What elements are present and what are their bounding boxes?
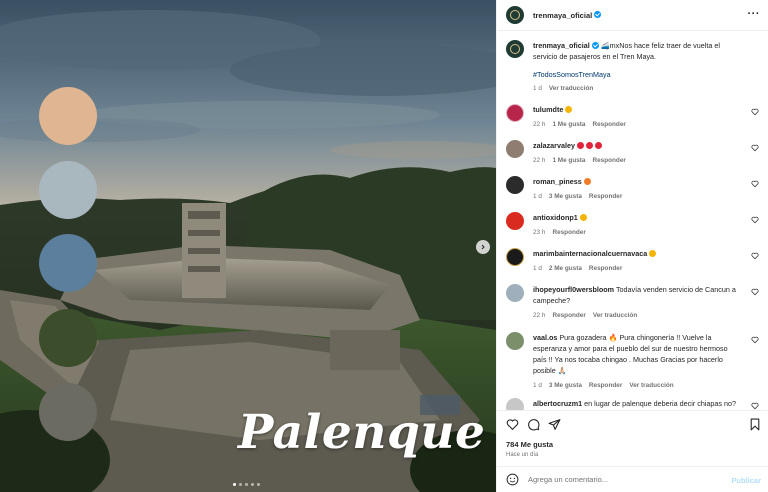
reply-button[interactable]: Responder xyxy=(552,229,585,236)
carousel-dots xyxy=(233,483,260,486)
like-heart-icon[interactable] xyxy=(506,418,519,431)
post-comment-button[interactable]: Publicar xyxy=(731,476,761,485)
avatar[interactable] xyxy=(506,284,524,302)
comment-time: 1 d xyxy=(533,382,542,389)
comment-text: Pura gozadera 🔥 Pura chingonería !! Vuel… xyxy=(533,333,728,375)
comment-time: 22 h xyxy=(533,121,546,128)
avatar[interactable] xyxy=(506,104,524,122)
like-comment-heart-icon[interactable] xyxy=(751,144,759,152)
caption-username[interactable]: trenmaya_oficial xyxy=(533,41,590,50)
comment-bubble-icon[interactable] xyxy=(527,418,540,431)
like-comment-heart-icon[interactable] xyxy=(751,252,759,260)
image-title: Palenque xyxy=(238,405,486,460)
comment-username[interactable]: marimbainternacionalcuernavaca xyxy=(533,249,647,258)
avatar[interactable] xyxy=(506,176,524,194)
comment-likes[interactable]: 1 Me gusta xyxy=(552,157,585,164)
avatar[interactable] xyxy=(506,140,524,158)
like-comment-heart-icon[interactable] xyxy=(751,336,759,344)
avatar[interactable] xyxy=(506,212,524,230)
carousel-dot xyxy=(251,483,254,486)
instagram-post-modal: Palenque trenmaya_oficial ··· trenmaya_o… xyxy=(0,0,768,492)
more-options-icon[interactable]: ··· xyxy=(748,9,761,20)
header-username[interactable]: trenmaya_oficial xyxy=(533,11,602,20)
face-emoji-icon xyxy=(583,177,591,185)
comment-username[interactable]: antioxidonp1 xyxy=(533,213,578,222)
comment-text: en lugar de palenque deberia decir chiap… xyxy=(584,399,736,408)
share-paper-plane-icon[interactable] xyxy=(548,418,561,431)
like-comment-heart-icon[interactable] xyxy=(751,216,759,224)
comment-username[interactable]: tulumdte xyxy=(533,105,563,114)
chevron-right-icon xyxy=(481,244,485,250)
comments-list[interactable]: trenmaya_oficial 🚄‍mxNos hace feliz trae… xyxy=(497,32,768,410)
palette-swatch-3 xyxy=(39,234,97,292)
hashtag-link[interactable]: #TodosSomosTrenMaya xyxy=(533,70,611,79)
like-comment-heart-icon[interactable] xyxy=(751,180,759,188)
likes-count[interactable]: 784 Me gusta xyxy=(506,440,553,449)
like-comment-heart-icon[interactable] xyxy=(751,108,759,116)
reply-button[interactable]: Responder xyxy=(589,265,622,272)
verified-badge-icon xyxy=(591,41,599,49)
palette-swatch-4 xyxy=(39,309,97,367)
avatar[interactable] xyxy=(506,332,524,350)
post-side-panel: trenmaya_oficial ··· trenmaya_oficial 🚄‍… xyxy=(496,0,768,492)
reply-button[interactable]: Responder xyxy=(552,312,585,319)
add-comment-bar: Publicar xyxy=(497,466,768,492)
post-timestamp: Hace un día xyxy=(506,452,539,458)
comment-username[interactable]: vaal.os xyxy=(533,333,557,342)
like-comment-heart-icon[interactable] xyxy=(751,288,759,296)
reply-button[interactable]: Responder xyxy=(589,382,622,389)
avatar[interactable] xyxy=(506,398,524,410)
bookmark-icon xyxy=(750,418,760,431)
next-slide-button[interactable] xyxy=(476,240,490,254)
carousel-dot xyxy=(239,483,242,486)
emoji-smiley-icon[interactable] xyxy=(506,473,519,486)
red-heart-icon xyxy=(585,141,593,149)
palette-swatch-1 xyxy=(39,87,97,145)
avatar[interactable] xyxy=(506,40,524,58)
comment-likes[interactable]: 3 Me gusta xyxy=(549,193,582,200)
face-emoji-icon xyxy=(579,213,587,221)
comment-username[interactable]: ihopeyourfl0wersbloom xyxy=(533,285,614,294)
caption-time: 1 d xyxy=(533,85,542,92)
reply-button[interactable]: Responder xyxy=(589,193,622,200)
see-translation-link[interactable]: Ver traducción xyxy=(593,312,637,319)
avatar[interactable] xyxy=(506,248,524,266)
palette-swatch-2 xyxy=(39,161,97,219)
carousel-dot xyxy=(245,483,248,486)
red-heart-icon xyxy=(594,141,602,149)
reply-button[interactable]: Responder xyxy=(592,121,625,128)
train-logo-icon xyxy=(510,44,520,54)
carousel-dot xyxy=(257,483,260,486)
comment-likes[interactable]: 1 Me gusta xyxy=(552,121,585,128)
comment-likes[interactable]: 2 Me gusta xyxy=(549,265,582,272)
palette-swatch-5 xyxy=(39,383,97,441)
carousel-dot xyxy=(233,483,236,486)
clapping-hands-icon xyxy=(565,105,573,113)
clapping-hands-icon xyxy=(649,249,657,257)
post-media[interactable]: Palenque xyxy=(0,0,496,492)
comment-username[interactable]: albertocruzm1 xyxy=(533,399,582,408)
see-translation-link[interactable]: Ver traducción xyxy=(629,382,673,389)
save-button[interactable] xyxy=(749,418,761,431)
train-logo-icon xyxy=(510,10,520,20)
post-actions: 784 Me gusta Hace un día xyxy=(497,410,768,465)
comment-likes[interactable]: 3 Me gusta xyxy=(549,382,582,389)
post-header: trenmaya_oficial ··· xyxy=(497,0,768,31)
comment-input[interactable] xyxy=(528,475,708,484)
verified-badge-icon xyxy=(594,11,602,19)
avatar[interactable] xyxy=(506,6,524,24)
header-username-text[interactable]: trenmaya_oficial xyxy=(533,11,592,20)
comment-time: 1 d xyxy=(533,193,542,200)
see-translation-link[interactable]: Ver traducción xyxy=(549,85,593,92)
like-comment-heart-icon[interactable] xyxy=(751,402,759,410)
comment-time: 22 h xyxy=(533,312,546,319)
red-heart-icon xyxy=(576,141,584,149)
comment-username[interactable]: zalazarvaley xyxy=(533,141,575,150)
reply-button[interactable]: Responder xyxy=(592,157,625,164)
comment-time: 23 h xyxy=(533,229,546,236)
comment-time: 22 h xyxy=(533,157,546,164)
comment-time: 1 d xyxy=(533,265,542,272)
comment-username[interactable]: roman_piness xyxy=(533,177,582,186)
